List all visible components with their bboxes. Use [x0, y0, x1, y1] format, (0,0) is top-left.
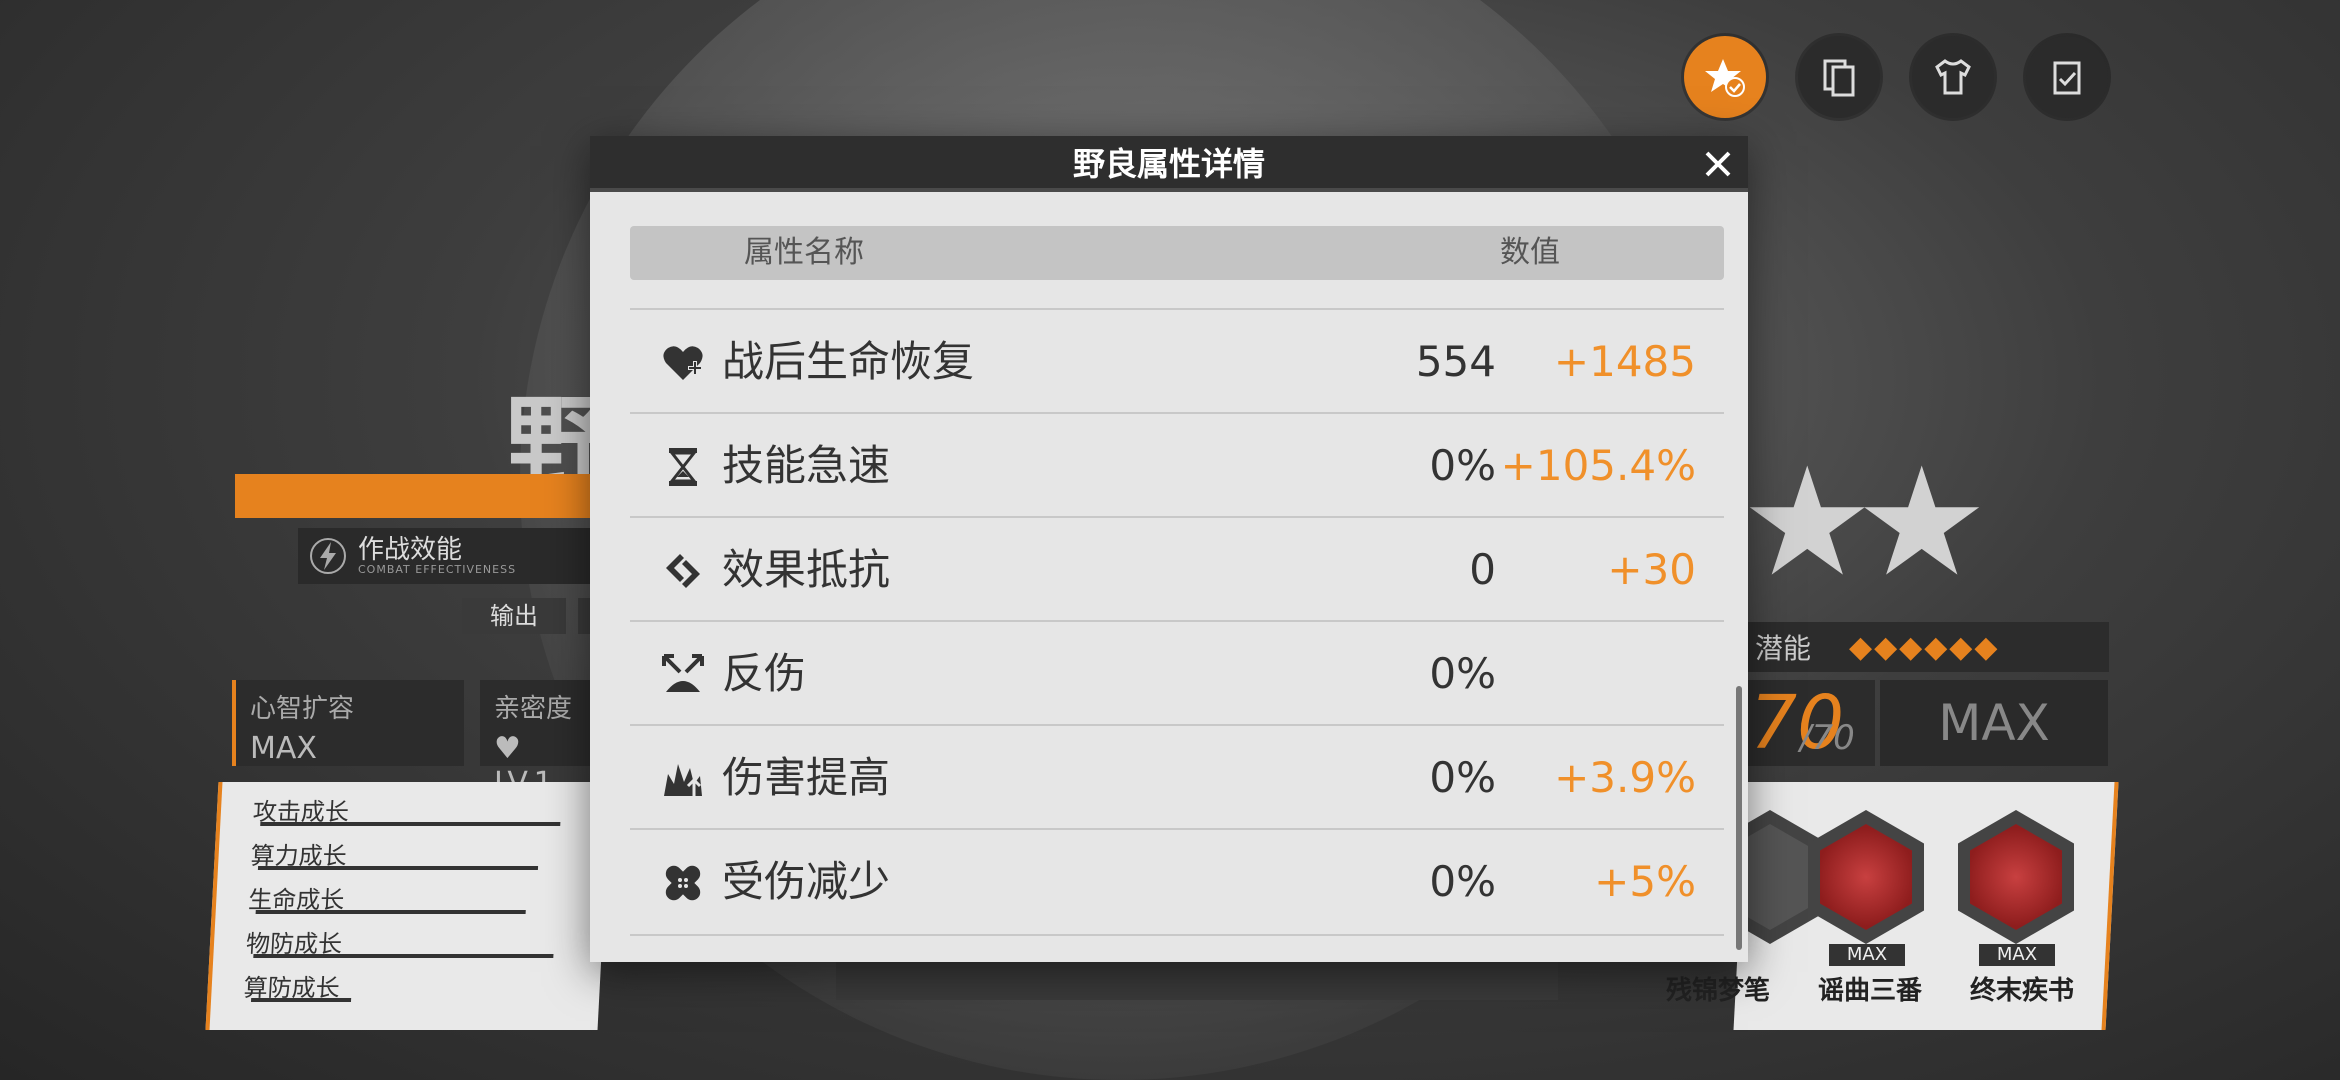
skill-2[interactable] [1808, 810, 1924, 944]
heart-plus-icon [660, 340, 706, 386]
attribute-base: 554 [1415, 337, 1496, 386]
hourglass-icon [660, 444, 706, 490]
resist-arrows-icon [660, 548, 706, 594]
skill-2-name: 谣曲三番 [1818, 976, 1923, 1006]
table-row: 战后生命恢复 554 +1485 [630, 308, 1724, 414]
table-header: 属性名称 数值 [630, 226, 1724, 280]
modal-header: 野良属性详情 [590, 136, 1748, 192]
attribute-base: 0% [1429, 753, 1496, 802]
mind-value: MAX [250, 731, 317, 766]
archive-button[interactable] [1798, 36, 1880, 118]
rarity-stars: ★★ [1740, 436, 1989, 610]
attribute-base: 0% [1429, 649, 1496, 698]
level-max-button[interactable]: MAX [1880, 680, 2108, 766]
heart-icon: ♥ [494, 731, 521, 766]
checklist-button[interactable] [2026, 36, 2108, 118]
document-icon [1823, 59, 1855, 97]
intimacy-label: 亲密度 [494, 694, 573, 724]
clipboard-check-icon [2053, 61, 2081, 95]
favorite-button[interactable] [1684, 36, 1766, 118]
table-row: 技能急速 0% +105.4% [630, 412, 1724, 518]
growth-compute-bar [257, 866, 539, 870]
growth-hp-bar [255, 910, 526, 914]
attribute-detail-modal: 野良属性详情 属性名称 数值 战后生命恢复 554 +1485 技能急速 0% … [590, 136, 1748, 962]
combat-subtitle: COMBAT EFFECTIVENESS [358, 562, 517, 576]
role-tag: 输出 [462, 598, 566, 634]
attribute-bonus: +105.4% [1500, 441, 1696, 490]
header-attribute-name: 属性名称 [744, 235, 864, 270]
growth-grade: C [621, 968, 640, 996]
attribute-bonus: +3.9% [1554, 753, 1696, 802]
close-icon [1705, 151, 1731, 177]
skill-1-name: 残锦梦笔 [1666, 976, 1771, 1006]
attribute-name: 受伤减少 [722, 857, 891, 906]
attribute-name: 战后生命恢复 [722, 337, 975, 386]
attribute-base: 0% [1429, 857, 1496, 906]
mind-label: 心智扩容 [250, 694, 355, 724]
attribute-bonus: +1485 [1553, 337, 1696, 386]
table-row: 反伤 0% [630, 620, 1724, 726]
name-underline [235, 474, 605, 518]
level-cap: /70 [1800, 718, 1855, 758]
intimacy-card[interactable]: 亲密度 ♥ LV.1 [480, 680, 600, 801]
lightning-icon [310, 538, 346, 574]
attribute-name: 效果抵抗 [722, 545, 891, 594]
growth-pdef-bar [253, 954, 554, 958]
outfit-button[interactable] [1912, 36, 1994, 118]
growth-panel: 攻击成长 算力成长 生命成长 物防成长 算防成长 C [205, 782, 640, 1030]
close-button[interactable] [1698, 144, 1738, 184]
bandage-icon [660, 860, 706, 906]
modal-title: 野良属性详情 [1072, 145, 1265, 183]
shirt-icon [1935, 59, 1971, 95]
star-check-icon [1705, 59, 1745, 97]
mind-expansion-card[interactable]: 心智扩容 MAX [232, 680, 464, 766]
attribute-base: 0% [1429, 441, 1496, 490]
growth-cdef-bar [250, 998, 352, 1002]
attribute-base: 0 [1469, 545, 1496, 594]
attribute-bonus: +30 [1607, 545, 1696, 594]
attribute-bonus: +5% [1594, 857, 1696, 906]
reflect-icon [660, 652, 706, 698]
attribute-name: 反伤 [722, 649, 807, 698]
combat-title: 作战效能 [358, 534, 463, 565]
table-row: 效果抵抗 0 +30 [630, 516, 1724, 622]
skill-3-max-badge: MAX [1979, 944, 2055, 966]
attribute-name: 伤害提高 [722, 753, 891, 802]
skill-3[interactable] [1958, 810, 2074, 944]
skill-2-max-badge: MAX [1829, 944, 1905, 966]
table-row: 受伤减少 0% +5% [630, 828, 1724, 936]
skill-3-name: 终末疾书 [1970, 976, 2075, 1006]
combat-effectiveness: 作战效能 COMBAT EFFECTIVENESS [298, 528, 598, 584]
growth-attack-bar [260, 822, 561, 826]
potential-label: 潜能 [1755, 632, 1812, 665]
potential-bar[interactable]: 潜能 ◆◆◆◆◆◆ [1745, 622, 2109, 672]
damage-up-icon [660, 756, 706, 802]
header-value: 数值 [1500, 235, 1560, 270]
potential-diamonds: ◆◆◆◆◆◆ [1849, 629, 2000, 665]
attribute-name: 技能急速 [722, 441, 891, 490]
scrollbar[interactable] [1736, 686, 1742, 950]
table-row: 伤害提高 0% +3.9% [630, 724, 1724, 830]
